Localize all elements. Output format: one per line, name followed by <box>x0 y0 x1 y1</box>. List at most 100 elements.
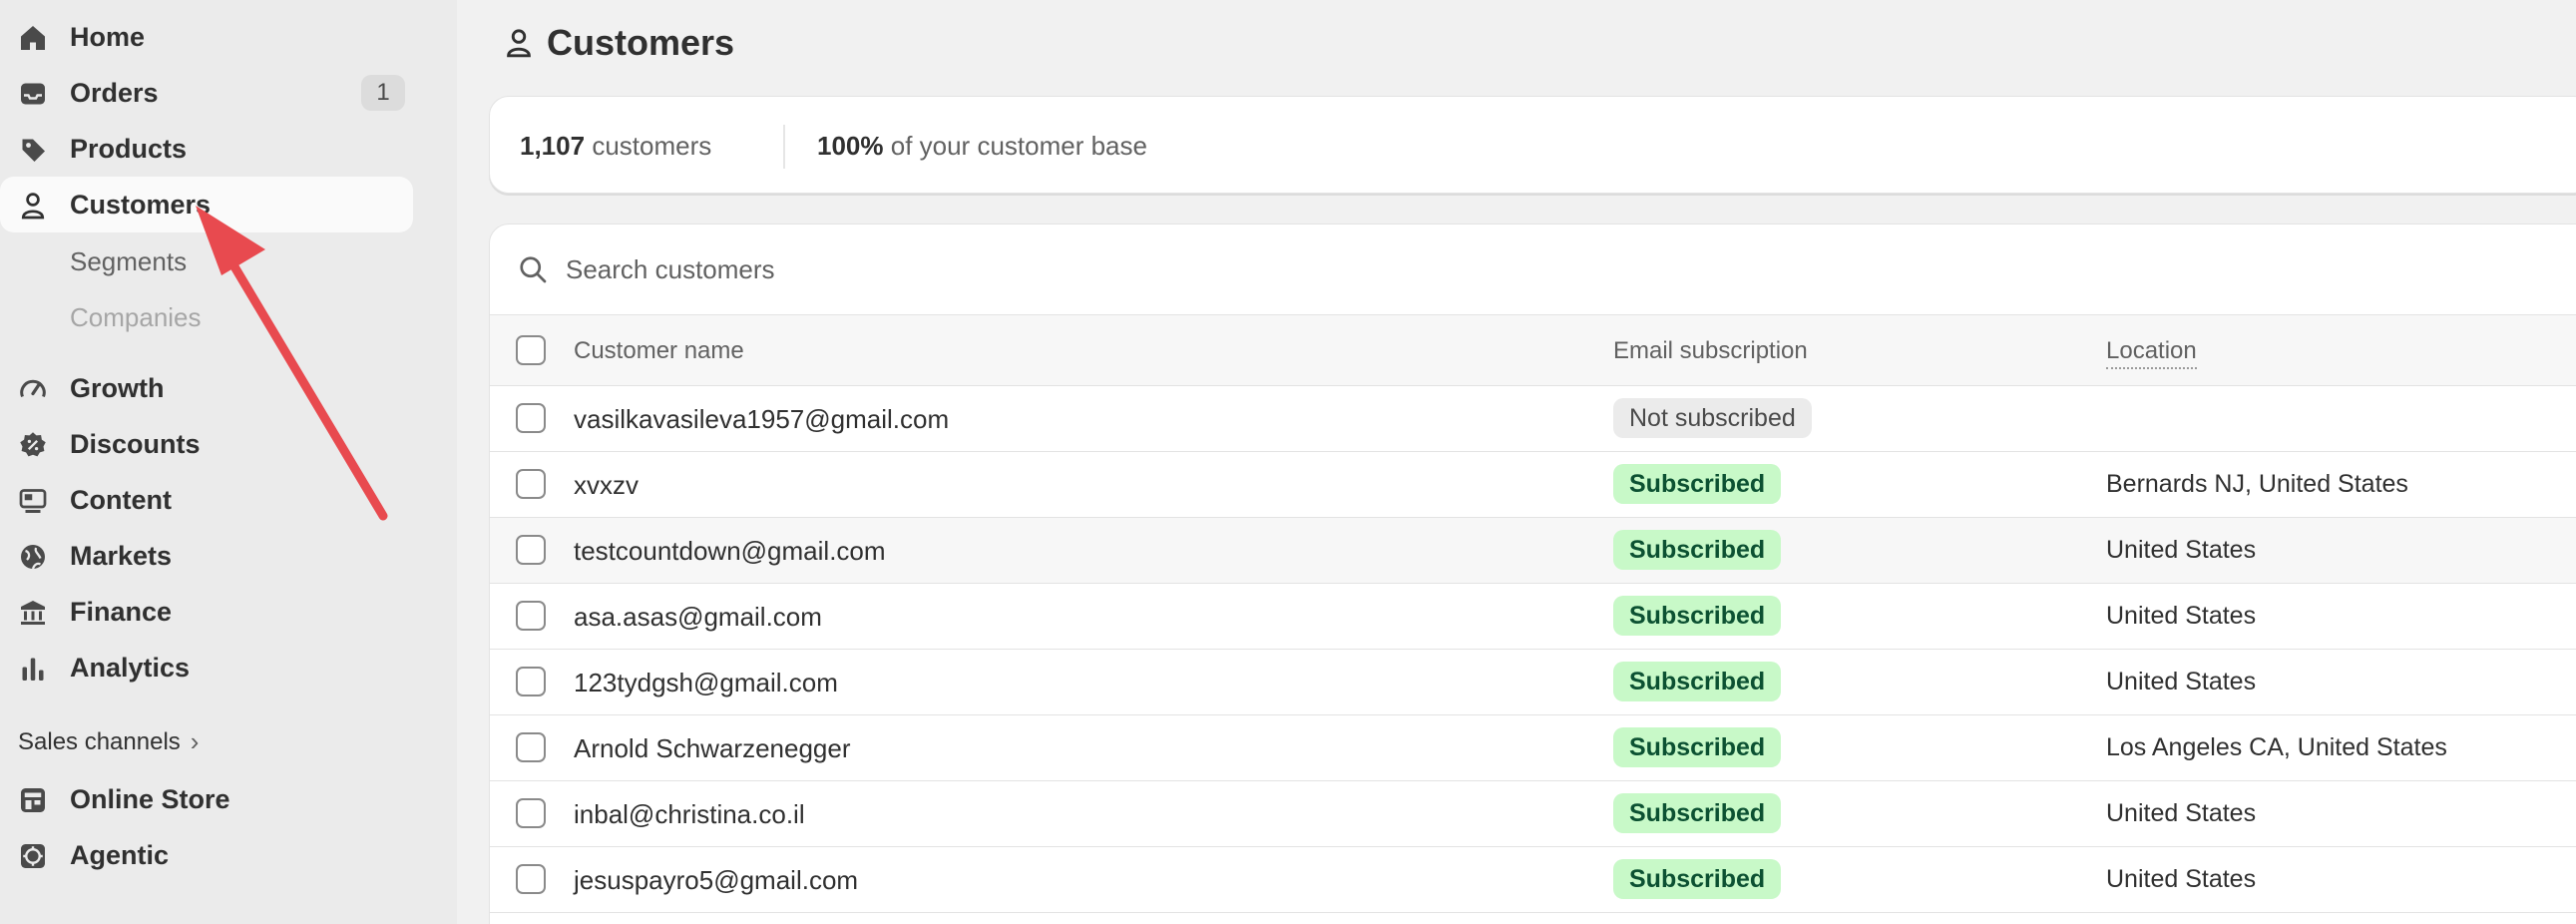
discount-icon <box>18 430 48 460</box>
sidebar-item-finance[interactable]: Finance <box>0 584 413 640</box>
customer-share-value: 100% <box>817 131 884 161</box>
sidebar-item-label: Customers <box>70 189 212 220</box>
sidebar-item-markets[interactable]: Markets <box>0 528 413 584</box>
email-subscription-badge: Not subscribed <box>1613 398 1812 438</box>
row-checkbox[interactable] <box>516 732 546 762</box>
table-row[interactable]: 123tydgsh@gmail.com Subscribed United Stat… <box>490 650 2576 715</box>
table-row[interactable]: Arnold Schwarzenegger Subscribed Los Angel… <box>490 715 2576 781</box>
gauge-icon <box>18 374 48 404</box>
customer-count-value: 1,107 <box>520 131 586 161</box>
sidebar-item-growth[interactable]: Growth <box>0 360 413 416</box>
table-row[interactable]: asa.asas@gmail.com Subscribed United State… <box>490 584 2576 650</box>
bank-icon <box>18 598 48 628</box>
page-title-text: Customers <box>547 22 735 63</box>
sidebar-item-label: Agentic <box>70 839 170 870</box>
customer-name[interactable]: xvxzv <box>574 470 639 501</box>
email-subscription-badge: Subscribed <box>1613 530 1782 570</box>
sidebar-item-label: Discounts <box>70 428 201 459</box>
sidebar-item-label: Growth <box>70 372 165 403</box>
sidebar-item-online-store[interactable]: Online Store <box>0 771 413 827</box>
customer-location: United States <box>2106 602 2257 630</box>
customer-location: United States <box>2106 668 2257 695</box>
bar-chart-icon <box>18 654 48 684</box>
email-subscription-badge: Subscribed <box>1613 662 1782 701</box>
row-checkbox[interactable] <box>516 535 546 565</box>
email-subscription-badge: Subscribed <box>1613 727 1782 767</box>
tag-icon <box>18 135 48 165</box>
customer-location: United States <box>2106 865 2257 893</box>
sidebar-item-label: Content <box>70 484 172 515</box>
sidebar-item-label: Online Store <box>70 783 230 814</box>
row-checkbox[interactable] <box>516 798 546 828</box>
customer-location: Bernards NJ, United States <box>2106 470 2408 498</box>
sidebar-item-orders[interactable]: Orders 1 <box>0 65 413 121</box>
sidebar-item-label: Home <box>70 21 146 52</box>
customers-table: Customer name Email subscription Locatio… <box>489 224 2576 924</box>
customer-name[interactable]: 123tydgsh@gmail.com <box>574 668 838 698</box>
person-icon <box>18 191 48 221</box>
row-checkbox[interactable] <box>516 403 546 433</box>
inbox-icon <box>18 79 48 109</box>
table-row[interactable]: xvxzv Subscribed Bernards NJ, United State… <box>490 452 2576 518</box>
store-icon <box>18 785 48 815</box>
row-checkbox[interactable] <box>516 864 546 894</box>
page-title: Customers <box>503 22 734 64</box>
customer-name[interactable]: asa.asas@gmail.com <box>574 602 822 633</box>
sales-channels-label: Sales channels <box>18 727 181 755</box>
sidebar-item-content[interactable]: Content <box>0 472 413 528</box>
table-row[interactable]: jesuspayro5@gmail.com Subscribed United St… <box>490 847 2576 913</box>
column-header-name[interactable]: Customer name <box>574 337 744 365</box>
sidebar-item-customers[interactable]: Customers <box>0 177 413 232</box>
customer-name[interactable]: jesuspayro5@gmail.com <box>574 865 858 896</box>
email-subscription-badge: Subscribed <box>1613 596 1782 636</box>
customer-name[interactable]: Arnold Schwarzenegger <box>574 733 851 764</box>
table-row[interactable]: vasilkavasileva1957@gmail.com Not subscri… <box>490 386 2576 452</box>
customer-name[interactable]: vasilkavasileva1957@gmail.com <box>574 404 949 435</box>
sidebar-subitem-segments[interactable]: Segments <box>70 246 187 277</box>
select-all-checkbox[interactable] <box>516 335 546 365</box>
customer-name[interactable]: inbal@christina.co.il <box>574 799 805 830</box>
sidebar-item-products[interactable]: Products <box>0 121 413 177</box>
table-header: Customer name Email subscription Locatio… <box>490 314 2576 386</box>
customer-summary-card: 1,107 customers 100% of your customer ba… <box>489 96 2576 194</box>
column-header-location[interactable]: Location <box>2106 337 2197 369</box>
search-icon <box>520 256 547 283</box>
sidebar: Home Orders 1 Products Customers Segment… <box>0 0 457 924</box>
table-row[interactable]: testcountdown@gmail.com Subscribed United … <box>490 518 2576 584</box>
sales-channels-header[interactable]: Sales channels › <box>18 726 199 757</box>
home-icon <box>18 23 48 53</box>
email-subscription-badge: Subscribed <box>1613 464 1782 504</box>
customer-share-label: of your customer base <box>890 131 1147 161</box>
customer-name[interactable]: testcountdown@gmail.com <box>574 536 886 567</box>
globe-icon <box>18 542 48 572</box>
sidebar-item-label: Analytics <box>70 652 191 683</box>
sidebar-item-agentic[interactable]: Agentic <box>0 827 413 883</box>
row-checkbox[interactable] <box>516 667 546 696</box>
main-content: Customers 1,107 customers 100% of your c… <box>457 0 2576 924</box>
content-icon <box>18 486 48 516</box>
row-checkbox[interactable] <box>516 601 546 631</box>
agentic-icon <box>18 841 48 871</box>
email-subscription-badge: Subscribed <box>1613 793 1782 833</box>
sidebar-item-home[interactable]: Home <box>0 9 413 65</box>
orders-count-badge: 1 <box>361 75 405 111</box>
sidebar-item-label: Orders <box>70 77 159 108</box>
customer-location: United States <box>2106 536 2257 564</box>
sidebar-item-label: Products <box>70 133 188 164</box>
customer-share: 100% of your customer base <box>817 131 1147 162</box>
customer-location: Los Angeles CA, United States <box>2106 733 2447 761</box>
email-subscription-badge: Subscribed <box>1613 859 1782 899</box>
sidebar-item-analytics[interactable]: Analytics <box>0 640 413 695</box>
summary-divider <box>783 125 785 169</box>
sidebar-item-label: Markets <box>70 540 173 571</box>
chevron-right-icon: › <box>190 726 200 756</box>
search-input[interactable] <box>566 248 1464 290</box>
person-icon <box>507 29 531 58</box>
sidebar-item-discounts[interactable]: Discounts <box>0 416 413 472</box>
row-checkbox[interactable] <box>516 469 546 499</box>
table-row[interactable]: inbal@christina.co.il Subscribed United St… <box>490 781 2576 847</box>
sidebar-subitem-companies[interactable]: Companies <box>70 302 202 333</box>
column-header-email-subscription[interactable]: Email subscription <box>1613 337 1808 365</box>
search-bar <box>490 225 2576 314</box>
customer-location: United States <box>2106 799 2257 827</box>
